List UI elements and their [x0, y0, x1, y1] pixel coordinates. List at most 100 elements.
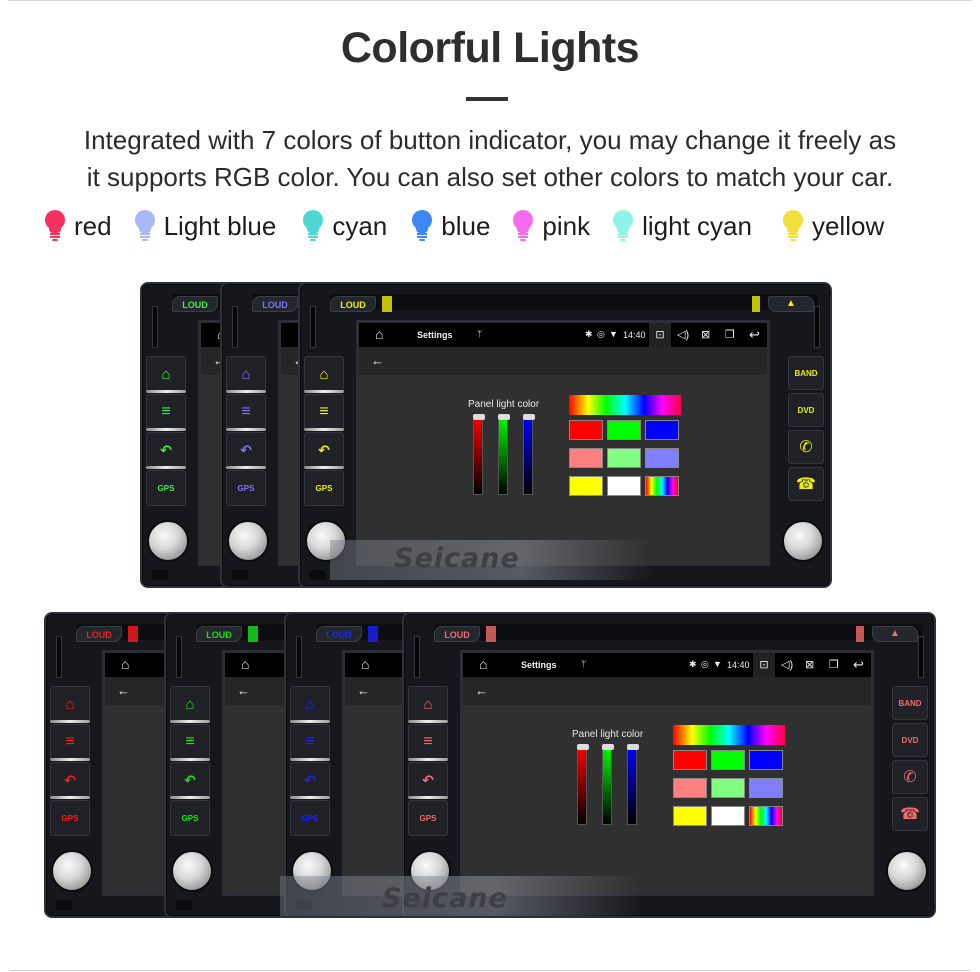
dvd-button[interactable]: DVD [892, 723, 928, 757]
recent-apps-icon[interactable]: ❐ [725, 328, 735, 341]
color-swatch[interactable] [673, 806, 707, 826]
home-button[interactable]: ⌂ [304, 356, 344, 392]
eject-button[interactable]: ▲ [872, 626, 918, 642]
return-icon[interactable]: ↩ [853, 657, 864, 673]
home-icon[interactable]: ⌂ [479, 656, 487, 672]
home-button[interactable]: ⌂ [226, 356, 266, 392]
home-icon[interactable]: ⌂ [361, 656, 369, 672]
slider-red[interactable] [577, 744, 589, 825]
gps-button[interactable]: GPS [226, 470, 266, 506]
color-swatch[interactable] [607, 476, 641, 496]
eject-button[interactable]: ▲ [768, 296, 814, 312]
color-swatch[interactable] [711, 750, 745, 770]
volume-knob[interactable] [147, 520, 189, 562]
color-swatch[interactable] [749, 750, 783, 770]
back-arrow-icon[interactable]: ← [357, 683, 370, 698]
return-icon[interactable]: ↩ [749, 327, 760, 343]
home-button[interactable]: ⌂ [290, 686, 330, 722]
color-spectrum-bar[interactable] [673, 725, 785, 745]
touch-screen[interactable]: ⌂ Settings ᛘ ✱ ◎ ▼ 14:40 ⊡ ◁) ⊠ ❐ ↩ ← Panel light col… [356, 320, 770, 566]
gps-button[interactable]: GPS [408, 800, 448, 836]
slider-thumb[interactable] [473, 414, 485, 420]
color-swatch[interactable] [569, 448, 603, 468]
tune-knob[interactable] [782, 520, 824, 562]
loud-button[interactable]: LOUD [76, 626, 122, 642]
band-button[interactable]: BAND [788, 356, 824, 390]
slider-green[interactable] [498, 414, 510, 495]
menu-button[interactable]: ≡ [50, 724, 90, 760]
gps-button[interactable]: GPS [304, 470, 344, 506]
slider-blue[interactable] [627, 744, 639, 825]
gps-button[interactable]: GPS [50, 800, 90, 836]
slider-thumb[interactable] [577, 744, 589, 750]
slider-green[interactable] [602, 744, 614, 825]
volume-knob[interactable] [227, 520, 269, 562]
back-arrow-icon[interactable]: ← [371, 353, 384, 368]
back-button[interactable]: ↶ [304, 432, 344, 468]
color-swatch[interactable] [569, 420, 603, 440]
back-arrow-icon[interactable]: ← [237, 683, 250, 698]
loud-button[interactable]: LOUD [330, 296, 376, 312]
gps-button[interactable]: GPS [146, 470, 186, 506]
volume-knob[interactable] [51, 850, 93, 892]
back-button[interactable]: ↶ [408, 762, 448, 798]
home-button[interactable]: ⌂ [146, 356, 186, 392]
volume-icon[interactable]: ◁) [781, 658, 793, 671]
menu-button[interactable]: ≡ [290, 724, 330, 760]
loud-button[interactable]: LOUD [434, 626, 480, 642]
color-swatch[interactable] [569, 476, 603, 496]
screenshot-button[interactable]: ⊡ [753, 653, 775, 677]
loud-button[interactable]: LOUD [316, 626, 362, 642]
volume-knob[interactable] [171, 850, 213, 892]
loud-button[interactable]: LOUD [196, 626, 242, 642]
screenshot-button[interactable]: ⊡ [649, 323, 671, 347]
menu-button[interactable]: ≡ [146, 394, 186, 430]
menu-button[interactable]: ≡ [226, 394, 266, 430]
home-button[interactable]: ⌂ [408, 686, 448, 722]
back-arrow-icon[interactable]: ← [475, 683, 488, 698]
menu-button[interactable]: ≡ [170, 724, 210, 760]
gps-button[interactable]: GPS [170, 800, 210, 836]
volume-icon[interactable]: ◁) [677, 328, 689, 341]
recent-apps-icon[interactable]: ❐ [829, 658, 839, 671]
close-app-icon[interactable]: ⊠ [805, 658, 814, 671]
slider-blue[interactable] [523, 414, 535, 495]
back-button[interactable]: ↶ [50, 762, 90, 798]
loud-button[interactable]: LOUD [252, 296, 298, 312]
color-spectrum-bar[interactable] [569, 395, 681, 415]
color-swatch[interactable] [645, 420, 679, 440]
color-swatch[interactable] [607, 420, 641, 440]
back-button[interactable]: ↶ [226, 432, 266, 468]
close-app-icon[interactable]: ⊠ [701, 328, 710, 341]
slider-red[interactable] [473, 414, 485, 495]
call-answer-button[interactable]: ✆ [892, 760, 928, 794]
dvd-button[interactable]: DVD [788, 393, 824, 427]
color-swatch[interactable] [607, 448, 641, 468]
home-button[interactable]: ⌂ [50, 686, 90, 722]
home-icon[interactable]: ⌂ [121, 656, 129, 672]
color-swatch[interactable] [749, 806, 783, 826]
back-button[interactable]: ↶ [290, 762, 330, 798]
color-swatch[interactable] [749, 778, 783, 798]
slider-thumb[interactable] [523, 414, 535, 420]
gps-button[interactable]: GPS [290, 800, 330, 836]
color-swatch[interactable] [673, 778, 707, 798]
menu-button[interactable]: ≡ [408, 724, 448, 760]
back-button[interactable]: ↶ [146, 432, 186, 468]
back-button[interactable]: ↶ [170, 762, 210, 798]
slider-thumb[interactable] [627, 744, 639, 750]
home-button[interactable]: ⌂ [170, 686, 210, 722]
home-icon[interactable]: ⌂ [241, 656, 249, 672]
color-swatch[interactable] [711, 806, 745, 826]
color-swatch[interactable] [673, 750, 707, 770]
loud-button[interactable]: LOUD [172, 296, 218, 312]
color-swatch[interactable] [645, 448, 679, 468]
band-button[interactable]: BAND [892, 686, 928, 720]
home-icon[interactable]: ⌂ [375, 326, 383, 342]
tune-knob[interactable] [886, 850, 928, 892]
call-answer-button[interactable]: ✆ [788, 430, 824, 464]
slider-thumb[interactable] [498, 414, 510, 420]
back-arrow-icon[interactable]: ← [117, 683, 130, 698]
color-swatch[interactable] [645, 476, 679, 496]
slider-thumb[interactable] [602, 744, 614, 750]
